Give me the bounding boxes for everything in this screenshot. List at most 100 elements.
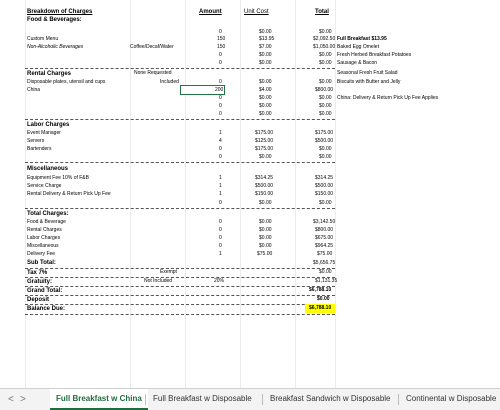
deposit-label: Deposit [27,297,50,303]
food-amount: 0 [219,29,222,35]
rental-total: $0.00 [319,79,332,85]
labor-amount: 0 [219,146,222,152]
totals-total: $75.00 [317,251,333,257]
menu-item: Fresh Herbed Breakfast Potatoes [337,52,412,58]
tab-full-breakfast-china[interactable]: Full Breakfast w China [50,389,148,410]
rental-total: $0.00 [319,95,332,101]
totals-unit: $75.00 [257,251,273,257]
labor-unit: $0.00 [259,154,272,160]
section-divider [25,268,335,269]
rental-header-note: None Requested [134,70,172,76]
tab-separator [398,394,399,405]
spreadsheet-grid[interactable]: Breakdown of Charges Food & Beverages: A… [0,0,500,388]
gratuity-value: $1,131.35 [315,278,338,284]
header-amount: Amount [199,9,222,15]
misc-total: $500.00 [315,183,334,189]
section-divider [25,68,335,69]
tab-breakfast-sandwich-disposable[interactable]: Breakfast Sandwich w Disposable [264,389,397,410]
food-total: $1,050.00 [313,44,336,50]
rental-amount: 0 [219,103,222,109]
chevron-right-icon[interactable]: > [20,394,26,405]
gratuity-percent: 20% [214,278,225,284]
labor-amount: 0 [219,154,222,160]
labor-total: $175.00 [315,130,334,136]
menu-item: Sausage & Bacon [337,60,378,66]
misc-amount: 1 [219,183,222,189]
rental-amount: 0 [219,95,222,101]
food-unit: $7.00 [259,44,272,50]
rental-total: $800.00 [315,87,334,93]
section-header-rental: Rental Charges [27,71,72,77]
food-amount: 0 [219,52,222,58]
labor-amount: 1 [219,130,222,136]
rental-note: Included [160,79,179,85]
section-divider [25,277,335,278]
misc-amount: 1 [219,175,222,181]
food-amount: 0 [219,60,222,66]
rental-label: China [27,87,41,93]
food-note: Coffee/Decaf/Water [130,44,174,50]
section-divider [25,286,335,287]
section-divider [25,162,335,163]
chevron-left-icon[interactable]: < [8,394,14,405]
misc-total: $0.00 [319,200,332,206]
rental-amount[interactable]: 200 [215,88,223,93]
balance-due-label: Balance Due: [27,306,66,312]
labor-total: $500.00 [315,138,334,144]
labor-unit: $175.00 [255,130,274,136]
labor-unit: $175.00 [255,146,274,152]
labor-label: Bartenders [27,146,52,152]
tab-continental-disposable[interactable]: Continental w Disposable [400,389,500,410]
misc-label: Service Charge [27,183,62,189]
grand-total-value: $6,788.10 [309,287,332,293]
sheet-title: Breakdown of Charges [27,9,93,15]
labor-total: $0.00 [319,154,332,160]
totals-unit: $0.00 [259,243,272,249]
tab-separator [145,394,146,405]
rental-total: $0.00 [319,111,332,117]
rental-unit: $0.00 [259,95,272,101]
china-note: China: Delivery & Return Pick Up Fee App… [337,95,439,101]
tax-note: Exempt [160,269,177,275]
totals-amount: 0 [219,227,222,233]
food-label: Custom Menu [27,36,59,42]
totals-total: $800.00 [315,227,334,233]
misc-label: Rental Delivery & Return Pick Up Fee [27,191,111,197]
labor-label: Servers [27,138,45,144]
food-total: $0.00 [319,52,332,58]
rental-label: Disposable plates, utensil and cups [27,79,106,85]
totals-amount: 1 [219,251,222,257]
totals-label: Rental Charges [27,227,62,233]
food-label: Non-Alcoholic Beverages [27,44,84,50]
totals-unit: $0.00 [259,227,272,233]
gratuity-label: Gratuity: [27,279,53,285]
misc-label: Equipment Fee 10% of F&B [27,175,89,181]
labor-label: Event Manager [27,130,61,136]
menu-item: Biscuits with Butter and Jelly [337,79,401,85]
totals-label: Miscellaneous [27,243,59,249]
rental-unit: $4.00 [259,87,272,93]
section-divider [25,208,335,209]
totals-total: $675.00 [315,235,334,241]
section-header-totals: Total Charges: [27,211,69,217]
misc-total: $314.25 [315,175,334,181]
tab-separator [262,394,263,405]
rental-unit: $0.00 [259,103,272,109]
totals-unit: $0.00 [259,235,272,241]
tax-value: $0.00 [319,269,332,275]
totals-total: $964.25 [315,243,334,249]
food-total: $0.00 [319,29,332,35]
totals-label: Food & Beverage [27,219,66,225]
food-unit: $13.95 [259,36,275,42]
rental-unit: $0.00 [259,111,272,117]
header-total: Total [315,9,329,15]
misc-unit: $314.25 [255,175,274,181]
menu-item: Seasonal Fresh Fruit Salad [337,70,398,76]
rental-amount: 0 [219,111,222,117]
menu-title: Full Breakfast $13.95 [337,36,387,42]
food-amount: 150 [217,44,226,50]
section-divider [25,119,335,120]
misc-unit: $150.00 [255,191,274,197]
misc-unit: $0.00 [259,200,272,206]
tab-full-breakfast-disposable[interactable]: Full Breakfast w Disposable [147,389,258,410]
